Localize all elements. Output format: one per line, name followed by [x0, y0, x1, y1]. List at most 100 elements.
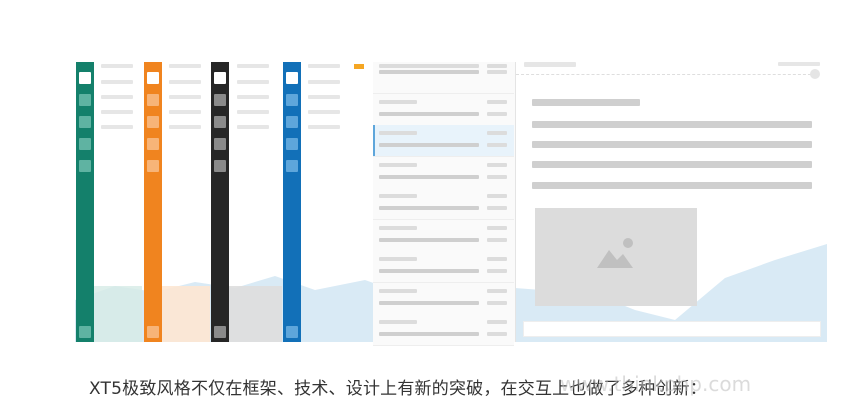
image-placeholder [535, 208, 697, 306]
message-date-placeholder [487, 99, 507, 104]
message-date-placeholder [487, 320, 507, 324]
nav-chip-blue-4[interactable] [286, 138, 298, 150]
sidebar-item-placeholder [169, 64, 201, 68]
message-flags-placeholder [487, 332, 507, 336]
nav-chip-teal-5[interactable] [79, 160, 91, 172]
message-list-item[interactable] [373, 251, 514, 283]
reading-line-4 [532, 182, 812, 189]
message-subject-placeholder [379, 111, 479, 116]
message-list-item[interactable] [373, 125, 514, 157]
sidebar-item-placeholder [101, 110, 133, 114]
message-flags-placeholder [487, 300, 507, 305]
message-sender-placeholder [379, 162, 417, 167]
message-sender-placeholder [379, 225, 417, 230]
sidebar-item-placeholder [169, 80, 201, 84]
nav-chip-black-3[interactable] [214, 116, 226, 128]
sidebar-item-placeholder [101, 80, 133, 84]
sidebar-item-placeholder [101, 125, 133, 129]
hill-tint-orange [162, 286, 210, 342]
nav-chip-blue-3[interactable] [286, 116, 298, 128]
sidebar-item-placeholder [169, 110, 201, 114]
message-date-placeholder [487, 162, 507, 167]
reading-meta-placeholder [778, 62, 820, 66]
nav-chip-teal-3[interactable] [79, 116, 91, 128]
nav-chip-teal-6[interactable] [79, 326, 91, 338]
watermark: www.thinkphp.com [560, 372, 752, 396]
reading-title-placeholder [524, 62, 576, 67]
sidebar-item-placeholder [169, 95, 201, 99]
message-list-item[interactable] [373, 219, 514, 252]
message-subject-placeholder [379, 269, 479, 273]
sidebar-item-placeholder [101, 64, 133, 68]
sidebar-item-placeholder [308, 80, 340, 84]
nav-chip-black-6[interactable] [214, 326, 226, 338]
reading-header [516, 74, 816, 75]
nav-chip-black-1[interactable] [214, 72, 226, 84]
message-sender-placeholder [379, 131, 417, 135]
sidebar-item-placeholder [169, 125, 201, 129]
message-sender-placeholder [379, 288, 417, 293]
nav-chip-blue-2[interactable] [286, 94, 298, 106]
message-date-placeholder [487, 257, 507, 261]
selected-indicator [373, 125, 375, 156]
message-date-placeholder [487, 131, 507, 135]
nav-chip-teal-2[interactable] [79, 94, 91, 106]
message-subject-placeholder [379, 206, 479, 210]
message-list-item[interactable] [373, 188, 514, 220]
message-flags-placeholder [487, 174, 507, 179]
message-list-item[interactable] [373, 314, 514, 346]
reading-line-2 [532, 141, 812, 148]
message-list-item[interactable] [373, 62, 514, 94]
nav-chip-orange-6[interactable] [147, 326, 159, 338]
reply-input[interactable] [523, 321, 821, 337]
message-sender-placeholder [379, 194, 417, 198]
avatar[interactable] [810, 69, 820, 79]
nav-chip-orange-1[interactable] [147, 72, 159, 84]
nav-chip-blue-5[interactable] [286, 160, 298, 172]
sidebar-item-placeholder [237, 95, 269, 99]
sidebar-item-placeholder [308, 110, 340, 114]
message-flags-placeholder [487, 237, 507, 242]
message-flags-placeholder [487, 206, 507, 210]
message-subject-placeholder [379, 237, 479, 242]
reading-line-3 [532, 161, 812, 168]
message-flags-placeholder [487, 269, 507, 273]
message-list-item[interactable] [373, 93, 514, 126]
sidebar-item-placeholder [308, 125, 340, 129]
nav-chip-black-5[interactable] [214, 160, 226, 172]
reading-line-1 [532, 121, 812, 128]
image-placeholder-icon [597, 238, 633, 268]
nav-chip-blue-1[interactable] [286, 72, 298, 84]
message-list-item[interactable] [373, 282, 514, 315]
hill-tint-black [229, 286, 282, 342]
nav-chip-teal-1[interactable] [79, 72, 91, 84]
message-list-item[interactable] [373, 156, 514, 189]
message-date-placeholder [487, 288, 507, 293]
sidebar-item-placeholder [308, 95, 340, 99]
message-sender-placeholder [379, 64, 479, 68]
hill-tint-teal [94, 286, 142, 342]
message-subject-placeholder [379, 70, 479, 74]
message-sender-placeholder [379, 99, 417, 104]
nav-chip-orange-5[interactable] [147, 160, 159, 172]
message-subject-placeholder [379, 174, 479, 179]
nav-chip-black-4[interactable] [214, 138, 226, 150]
message-subject-placeholder [379, 332, 479, 336]
reading-heading [532, 99, 640, 106]
message-flags-placeholder [487, 111, 507, 116]
nav-chip-blue-6[interactable] [286, 326, 298, 338]
message-date-placeholder [487, 64, 507, 68]
nav-chip-teal-4[interactable] [79, 138, 91, 150]
sidebar-item-placeholder [237, 110, 269, 114]
nav-chip-orange-4[interactable] [147, 138, 159, 150]
accent-tag [354, 64, 364, 69]
sidebar-item-placeholder [237, 125, 269, 129]
message-subject-placeholder [379, 143, 479, 147]
nav-chip-orange-3[interactable] [147, 116, 159, 128]
nav-chip-black-2[interactable] [214, 94, 226, 106]
sidebar-item-placeholder [101, 95, 133, 99]
message-sender-placeholder [379, 257, 417, 261]
sidebar-item-placeholder [308, 64, 340, 68]
nav-chip-orange-2[interactable] [147, 94, 159, 106]
message-flags-placeholder [487, 143, 507, 147]
